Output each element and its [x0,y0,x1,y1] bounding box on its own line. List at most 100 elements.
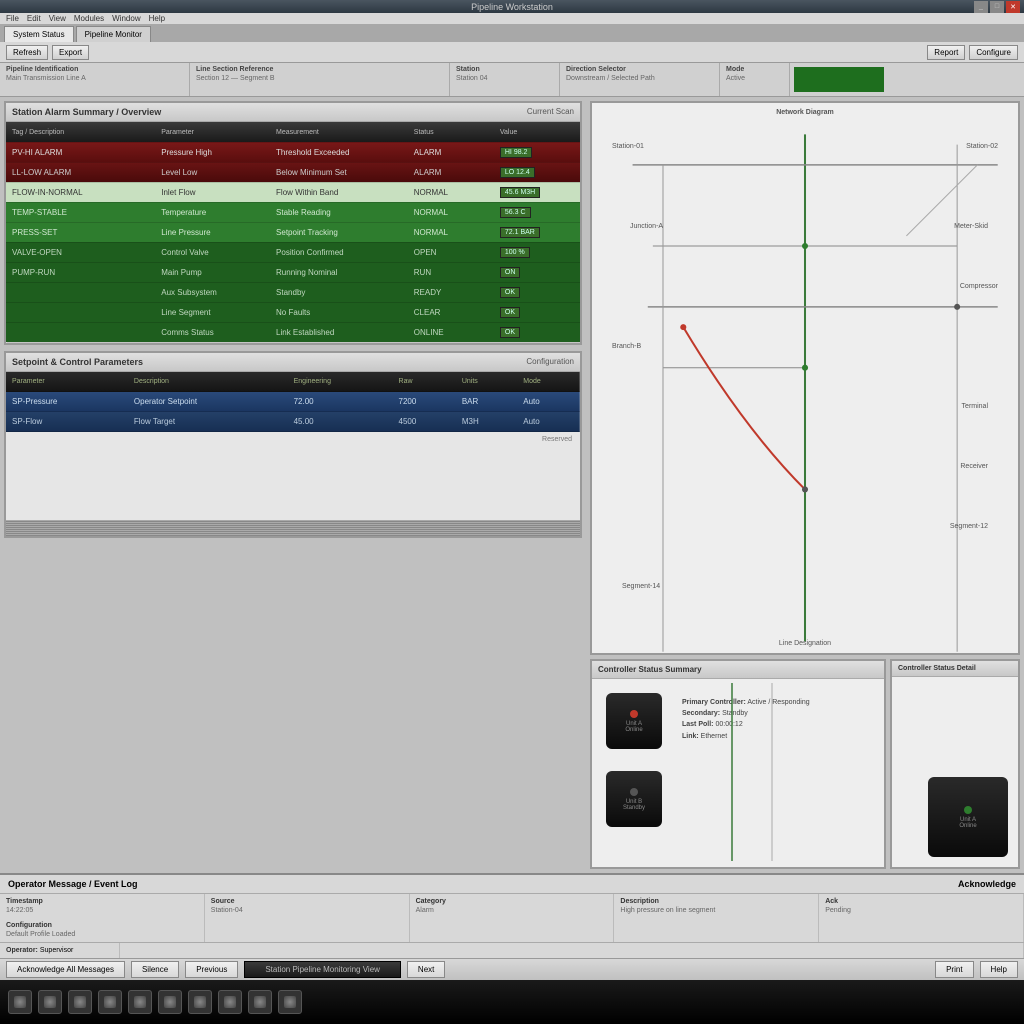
table-row[interactable]: LL-LOW ALARMLevel LowBelow Minimum SetAL… [6,162,580,182]
setpoint-table: Parameter Description Engineering Raw Un… [6,372,580,433]
prev-button[interactable]: Previous [185,961,238,978]
summary-value: Station 04 [456,75,553,82]
summary-value: Main Transmission Line A [6,75,183,82]
summary-value: Section 12 — Segment B [196,75,443,82]
controller-unit-icon[interactable]: Unit B Standby [606,771,662,827]
tab-strip: System Status Pipeline Monitor [0,24,1024,42]
panel-title: Controller Status Summary [598,665,702,674]
maximize-button[interactable]: □ [990,1,1004,13]
reserved-area: Reserved [6,432,580,520]
table-row[interactable]: PV-HI ALARMPressure HighThreshold Exceed… [6,142,580,162]
left-column: Station Alarm Summary / Overview Current… [0,97,586,873]
summary-label: Direction Selector [566,66,713,73]
summary-value: Downstream / Selected Path [566,75,713,82]
refresh-button[interactable]: Refresh [6,45,48,60]
footer-value: Supervisor [40,947,73,954]
controller-unit-icon[interactable]: Unit A Online [606,693,662,749]
node-label: Branch-B [612,343,641,350]
table-row[interactable]: SP-FlowFlow Target45.004500M3HAuto [6,412,580,432]
taskbar-app-icon[interactable] [188,990,212,1014]
network-diagram-panel[interactable]: Network Diagram Stat [590,101,1020,655]
status-badge: OK [500,307,520,318]
table-row[interactable]: TEMP-STABLETemperatureStable ReadingNORM… [6,202,580,222]
status-badge: 45.6 M3H [500,187,540,198]
summary-label: Pipeline Identification [6,66,183,73]
ack-all-button[interactable]: Acknowledge All Messages [6,961,125,978]
report-button[interactable]: Report [927,45,965,60]
menu-item[interactable]: Help [149,14,165,23]
taskbar-app-icon[interactable] [158,990,182,1014]
table-row[interactable]: Comms StatusLink EstablishedONLINEOK [6,322,580,342]
configure-button[interactable]: Configure [969,45,1018,60]
footer-label: Operator: [6,947,38,954]
tab-pipeline-monitor[interactable]: Pipeline Monitor [76,26,151,42]
table-row[interactable]: FLOW-IN-NORMALInlet FlowFlow Within Band… [6,182,580,202]
minimize-button[interactable]: _ [974,1,988,13]
taskbar-app-icon[interactable] [98,990,122,1014]
table-row[interactable]: PRESS-SETLine PressureSetpoint TrackingN… [6,222,580,242]
log-row[interactable]: Timestamp14:22:05SourceStation-04Categor… [0,894,1024,918]
panel-subtitle: Current Scan [527,107,574,117]
setpoint-panel: Setpoint & Control Parameters Configurat… [4,351,582,539]
panel-title: Station Alarm Summary / Overview [12,107,161,117]
panel-title: Controller Status Detail [898,665,976,672]
status-badge: 72.1 BAR [500,227,540,238]
log-row[interactable]: ConfigurationDefault Profile Loaded [0,918,1024,942]
event-log-section: Operator Message / Event Log Acknowledge… [0,873,1024,958]
menu-item[interactable]: File [6,14,19,23]
close-button[interactable]: ✕ [1006,1,1020,13]
panel-subtitle: Configuration [526,357,574,367]
status-dot-green-icon [964,806,972,814]
taskbar-app-icon[interactable] [8,990,32,1014]
controller-detail-panel: Controller Status Detail Unit A Online [890,659,1020,869]
taskbar-app-icon[interactable] [248,990,272,1014]
menu-item[interactable]: Window [112,14,140,23]
table-header-row: Tag / Description Parameter Measurement … [6,122,580,142]
status-badge: ON [500,267,521,278]
table-row[interactable]: VALVE-OPENControl ValvePosition Confirme… [6,242,580,262]
field-row: Secondary: Standby [682,708,876,719]
node-label: Meter-Skid [954,223,988,230]
taskbar-app-icon[interactable] [128,990,152,1014]
status-dot-red-icon [630,710,638,718]
tab-system-status[interactable]: System Status [4,26,74,42]
status-indicator-box [794,67,884,92]
table-header-row: Parameter Description Engineering Raw Un… [6,372,580,392]
node-label: Compressor [960,283,998,290]
controller-detail-icon[interactable]: Unit A Online [928,777,1008,857]
taskbar-app-icon[interactable] [38,990,62,1014]
field-row: Last Poll: 00:00:12 [682,719,876,730]
summary-label: Mode [726,66,783,73]
status-badge: 100 % [500,247,530,258]
next-button[interactable]: Next [407,961,445,978]
table-row[interactable]: PUMP-RUNMain PumpRunning NominalRUNON [6,262,580,282]
diagram-svg [592,103,1018,653]
silence-button[interactable]: Silence [131,961,179,978]
print-button[interactable]: Print [935,961,973,978]
ack-label[interactable]: Acknowledge [958,879,1016,889]
table-row[interactable]: SP-PressureOperator Setpoint72.007200BAR… [6,392,580,412]
status-dot-grey-icon [630,788,638,796]
controller-summary-panel: Controller Status Summary Unit A Online … [590,659,886,869]
node-label: Segment-12 [950,523,988,530]
table-row[interactable]: Aux SubsystemStandbyREADYOK [6,282,580,302]
help-button[interactable]: Help [980,961,1018,978]
menu-item[interactable]: Modules [74,14,104,23]
taskbar-app-icon[interactable] [278,990,302,1014]
node-label: Line Designation [779,640,831,647]
taskbar-app-icon[interactable] [68,990,92,1014]
export-button[interactable]: Export [52,45,89,60]
window-title: Pipeline Workstation [471,2,553,12]
taskbar [0,980,1024,1024]
status-badge: 56.3 C [500,207,531,218]
node-label: Segment-14 [622,583,660,590]
table-row[interactable]: Line SegmentNo FaultsCLEAROK [6,302,580,322]
unit-status: Online [625,727,642,733]
node-label: Station-01 [612,143,644,150]
taskbar-app-icon[interactable] [218,990,242,1014]
section-title: Operator Message / Event Log [8,879,138,889]
menu-item[interactable]: Edit [27,14,41,23]
menu-item[interactable]: View [49,14,66,23]
resize-grip[interactable] [6,520,580,536]
status-badge: LO 12.4 [500,167,535,178]
